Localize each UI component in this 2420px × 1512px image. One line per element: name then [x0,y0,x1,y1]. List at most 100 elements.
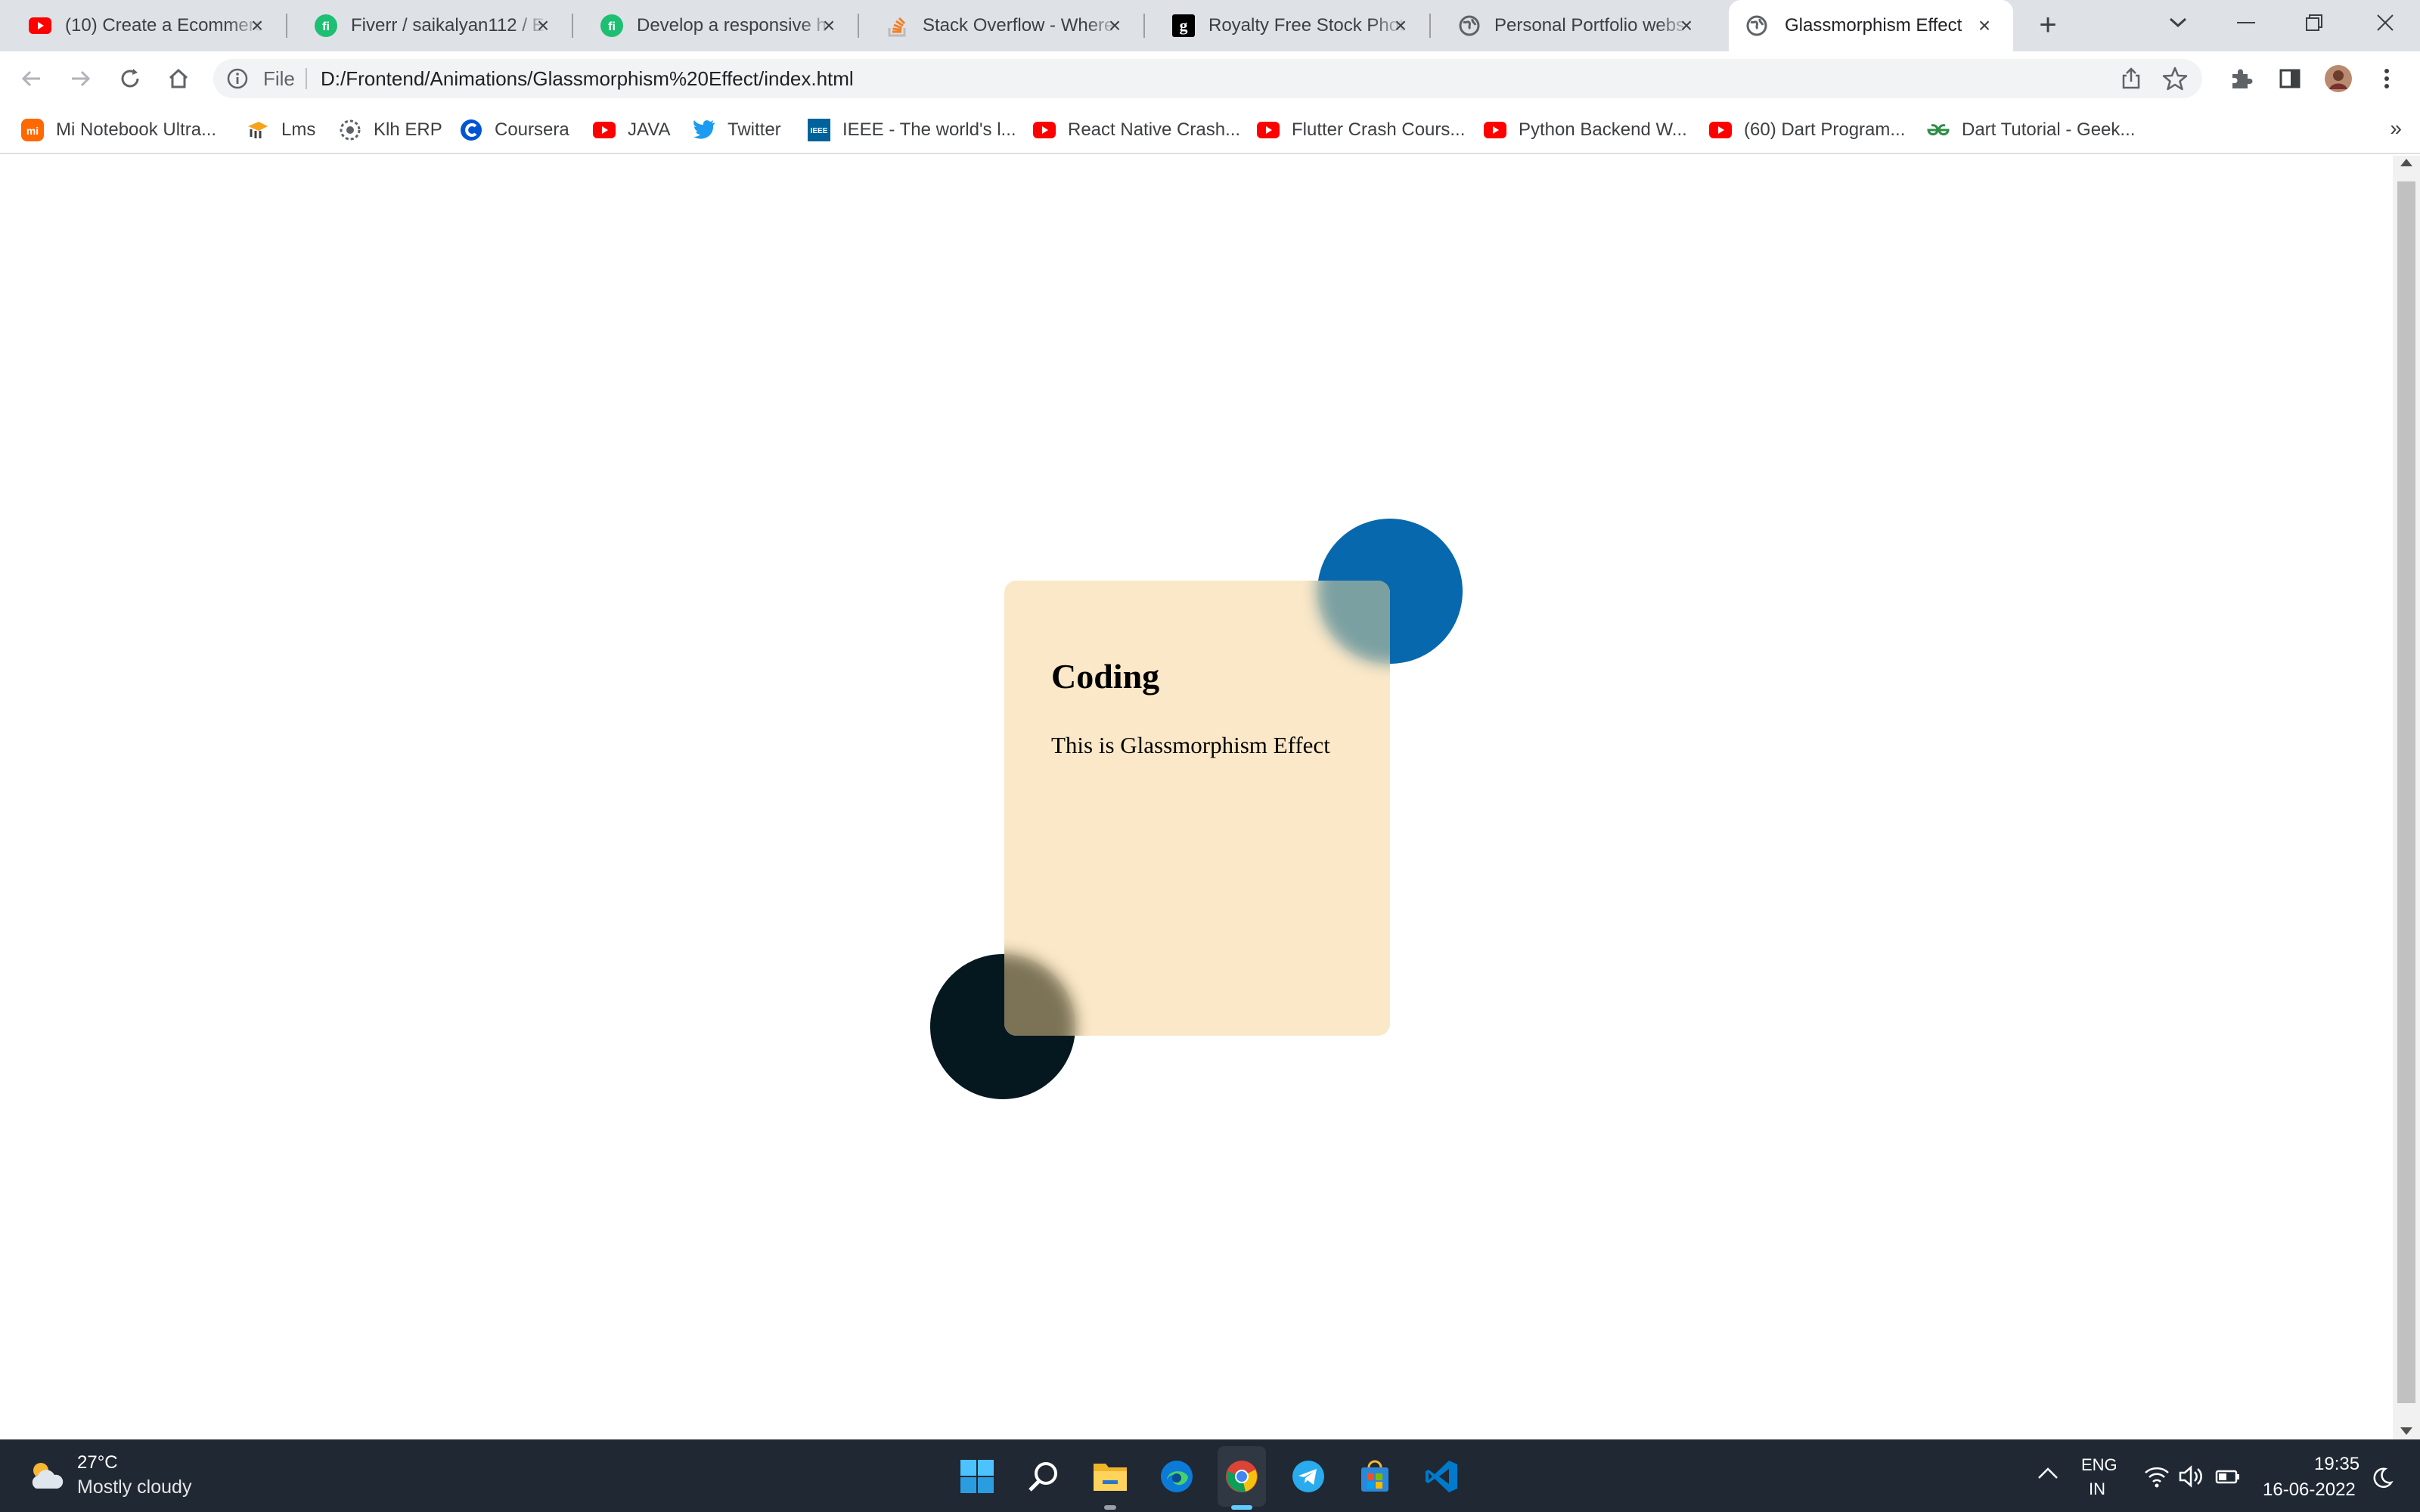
bookmark-react-native[interactable]: React Native Crash... [1033,118,1240,142]
tab-strip: (10) Create a Ecommerce × fi Fiverr / sa… [0,0,2420,51]
bookmark-java[interactable]: JAVA [593,118,670,142]
bookmark-ieee[interactable]: IEEE IEEE - The world's l... [808,118,1016,142]
fiverr-icon: fi [600,14,623,37]
svg-text:fi: fi [322,20,330,33]
bookmark-twitter[interactable]: Twitter [693,118,781,142]
reload-icon[interactable] [113,62,147,95]
share-icon[interactable] [2119,67,2143,91]
svg-text:fi: fi [608,20,616,33]
scroll-up-arrow-icon[interactable] [2400,159,2412,166]
tab-create-ecommerce[interactable]: (10) Create a Ecommerce × [0,9,286,42]
vscode-icon[interactable] [1420,1455,1463,1498]
gettyimages-icon: g [1172,14,1195,37]
weather-cloudy-icon[interactable] [27,1457,67,1496]
wifi-icon[interactable] [2143,1464,2170,1489]
blurred-circle-overlap [1004,954,1075,1036]
close-icon[interactable]: × [817,14,841,38]
windows-start-icon[interactable] [956,1455,998,1498]
scroll-thumb[interactable] [2397,181,2415,1403]
fiverr-icon: fi [315,14,337,37]
close-icon[interactable]: × [531,14,555,38]
tab-stack-overflow[interactable]: Stack Overflow - Where × [858,9,1143,42]
tab-search-chevron-icon[interactable] [2160,6,2196,39]
bookmarks-overflow-button[interactable]: » [2390,116,2402,141]
bookmark-label: Flutter Crash Cours... [1292,119,1466,140]
chrome-icon[interactable] [1221,1455,1263,1498]
tray-chevron-up-icon[interactable] [2036,1461,2060,1486]
notifications-moon-icon[interactable] [2370,1466,2394,1490]
close-icon[interactable]: × [1972,14,1996,38]
volume-icon[interactable] [2178,1464,2205,1489]
vertical-scrollbar[interactable] [2393,156,2420,1439]
edge-icon[interactable] [1156,1455,1198,1498]
profile-avatar[interactable] [2322,62,2355,95]
close-icon[interactable]: × [245,14,269,38]
restore-icon[interactable] [2296,6,2332,39]
bookmark-label: Klh ERP [374,119,442,140]
minimize-icon[interactable] [2228,6,2264,39]
bookmarks-bar: mi Mi Notebook Ultra... Lms Klh ERP Cour… [0,106,2420,154]
bookmark-flutter[interactable]: Flutter Crash Cours... [1257,118,1465,142]
bookmark-coursera[interactable]: Coursera [460,118,569,142]
battery-icon[interactable] [2214,1464,2242,1489]
stackoverflow-icon [886,14,909,37]
microsoft-store-icon[interactable] [1354,1455,1396,1498]
weather-temperature[interactable]: 27°C [77,1452,118,1473]
input-language[interactable]: ENG [2081,1455,2118,1475]
input-region[interactable]: IN [2089,1479,2105,1499]
tab-title: Royalty Free Stock Phot [1208,15,1404,36]
bookmark-klh-erp[interactable]: Klh ERP [339,118,442,142]
bookmark-star-icon[interactable] [2161,65,2189,92]
bookmark-dart-tutorial[interactable]: Dart Tutorial - Geek... [1927,118,2135,142]
search-icon[interactable] [1022,1455,1065,1498]
address-url[interactable]: D:/Frontend/Animations/Glassmorphism%20E… [321,67,854,91]
running-indicator-active [1231,1505,1252,1510]
window-close-icon[interactable] [2367,6,2403,39]
address-bar[interactable]: File D:/Frontend/Animations/Glassmorphis… [213,59,2202,98]
bookmark-lms[interactable]: Lms [247,118,315,142]
home-icon[interactable] [162,62,195,95]
side-panel-icon[interactable] [2273,62,2307,95]
more-menu-icon[interactable] [2370,62,2403,95]
clock-time[interactable]: 19:35 [2314,1454,2360,1475]
clock-date[interactable]: 16-06-2022 [2263,1479,2356,1501]
tab-title: Stack Overflow - Where [923,15,1115,36]
tab-glassmorphism[interactable]: Glassmorphism Effect × [1729,0,2013,51]
tab-title: (10) Create a Ecommerce [65,15,263,36]
bookmark-python-backend[interactable]: Python Backend W... [1484,118,1687,142]
globe-icon [1745,14,1768,37]
bookmark-dart-program[interactable]: (60) Dart Program... [1709,118,1905,142]
bookmark-label: (60) Dart Program... [1744,119,1906,140]
scroll-down-arrow-icon[interactable] [2400,1427,2412,1435]
new-tab-button[interactable]: + [2033,10,2063,41]
bookmark-label: Lms [281,119,316,140]
tab-title: Glassmorphism Effect [1785,15,1962,36]
extensions-icon[interactable] [2225,62,2258,95]
youtube-icon [1033,119,1056,141]
info-icon[interactable] [225,67,250,91]
weather-description[interactable]: Mostly cloudy [77,1476,191,1498]
bookmark-mi-notebook[interactable]: mi Mi Notebook Ultra... [21,118,216,142]
telegram-icon[interactable] [1287,1455,1329,1498]
tab-fiverr-profile[interactable]: fi Fiverr / saikalyan112 / E × [286,9,572,42]
forward-arrow-icon[interactable] [64,62,97,95]
tab-fiverr-develop[interactable]: fi Develop a responsive h × [572,9,858,42]
lms-icon [247,119,269,141]
tab-stock-photos[interactable]: g Royalty Free Stock Phot × [1143,9,1429,42]
blurred-circle-overlap [1317,581,1390,664]
close-icon[interactable]: × [1103,14,1127,38]
back-arrow-icon[interactable] [15,62,48,95]
card-text: This is Glassmorphism Effect [1051,732,1330,758]
tab-title: Fiverr / saikalyan112 / E [351,15,544,36]
close-icon[interactable]: × [1388,14,1413,38]
bookmark-label: Twitter [728,119,781,140]
close-icon[interactable]: × [1674,14,1699,38]
browser-toolbar: File D:/Frontend/Animations/Glassmorphis… [0,51,2420,106]
tab-title: Personal Portfolio webs [1494,15,1686,36]
tab-portfolio[interactable]: Personal Portfolio webs × [1429,9,1715,42]
ieee-icon: IEEE [808,119,830,141]
file-explorer-icon[interactable] [1089,1455,1131,1498]
windows-taskbar: 27°C Mostly cloudy ENG IN 19:35 16-06-20… [0,1439,2420,1512]
bookmark-label: Mi Notebook Ultra... [56,119,217,140]
mi-icon: mi [21,119,44,141]
